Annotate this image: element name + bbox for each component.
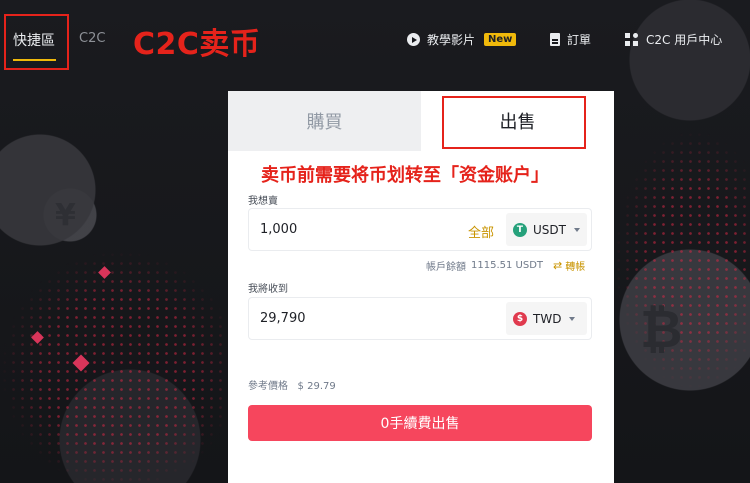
annotation-box-sell-tab [442,96,586,149]
chevron-down-icon [573,227,580,232]
reference-price: 參考價格 $ 29.79 [248,377,336,392]
receive-amount-value: 29,790 [260,311,306,326]
balance-value: 1115.51 USDT [471,260,544,271]
active-tab-indicator [13,59,56,61]
nav-orders-label: 訂單 [567,33,592,47]
trade-card: 購買 出售 卖币前需要将币划转至「资金账户」 我想賣 1,000 全部 T US… [228,91,614,483]
tab-buy[interactable]: 購買 [228,91,421,151]
nav-orders[interactable]: 訂單 [550,31,591,48]
sell-submit-label: 0手續費出售 [380,416,460,432]
nav-user-center[interactable]: C2C 用戶中心 [625,31,722,48]
balance-label: 帳戶餘額 [426,262,466,273]
nav-user-center-label: C2C 用戶中心 [646,33,723,47]
new-badge: New [484,33,517,46]
ref-price-value: $ 29.79 [297,381,336,392]
top-navigation-bar: 快捷區 C2C C2C卖币 教學影片 New 訂單 C2C 用戶中心 [0,0,750,80]
tab-quick[interactable]: 快捷區 [13,30,55,50]
receive-currency-select[interactable]: $ TWD [506,302,587,335]
chevron-down-icon [569,316,576,321]
receive-label: 我將收到 [248,284,288,295]
document-icon [550,33,560,46]
sell-amount-value: 1,000 [260,222,298,237]
user-center-icon [625,33,639,46]
bitcoin-coin-icon: ₿ [640,300,683,360]
all-button[interactable]: 全部 [468,222,494,241]
transfer-label: 轉帳 [565,262,586,273]
receive-amount-field[interactable]: 29,790 $ TWD [248,297,592,340]
background-dot-pattern-left [0,250,228,483]
annotation-note: 卖币前需要将币划转至「资金账户」 [261,165,549,186]
account-balance-row: 帳戶餘額 1115.51 USDT ⇄ 轉帳 [426,258,585,273]
transfer-icon: ⇄ [553,259,563,272]
sell-currency-label: USDT [533,222,566,237]
sell-amount-field[interactable]: 1,000 全部 T USDT [248,208,592,251]
ref-price-label: 參考價格 [248,381,288,392]
yen-coin-icon: ¥ [55,198,76,233]
sell-submit-button[interactable]: 0手續費出售 [248,405,592,441]
transfer-link[interactable]: ⇄ 轉帳 [553,258,585,273]
usdt-coin-icon: T [513,222,527,237]
play-icon [407,33,420,46]
nav-tutorial-label: 教學影片 [427,33,476,47]
annotation-title: C2C卖币 [133,27,261,62]
want-sell-label: 我想賣 [248,196,278,207]
nav-tutorial-video[interactable]: 教學影片 New [407,31,517,48]
receive-currency-label: TWD [533,311,562,326]
tab-buy-label: 購買 [306,112,343,133]
tab-c2c[interactable]: C2C [79,31,105,46]
twd-coin-icon: $ [513,311,527,326]
sell-currency-select[interactable]: T USDT [506,213,587,246]
